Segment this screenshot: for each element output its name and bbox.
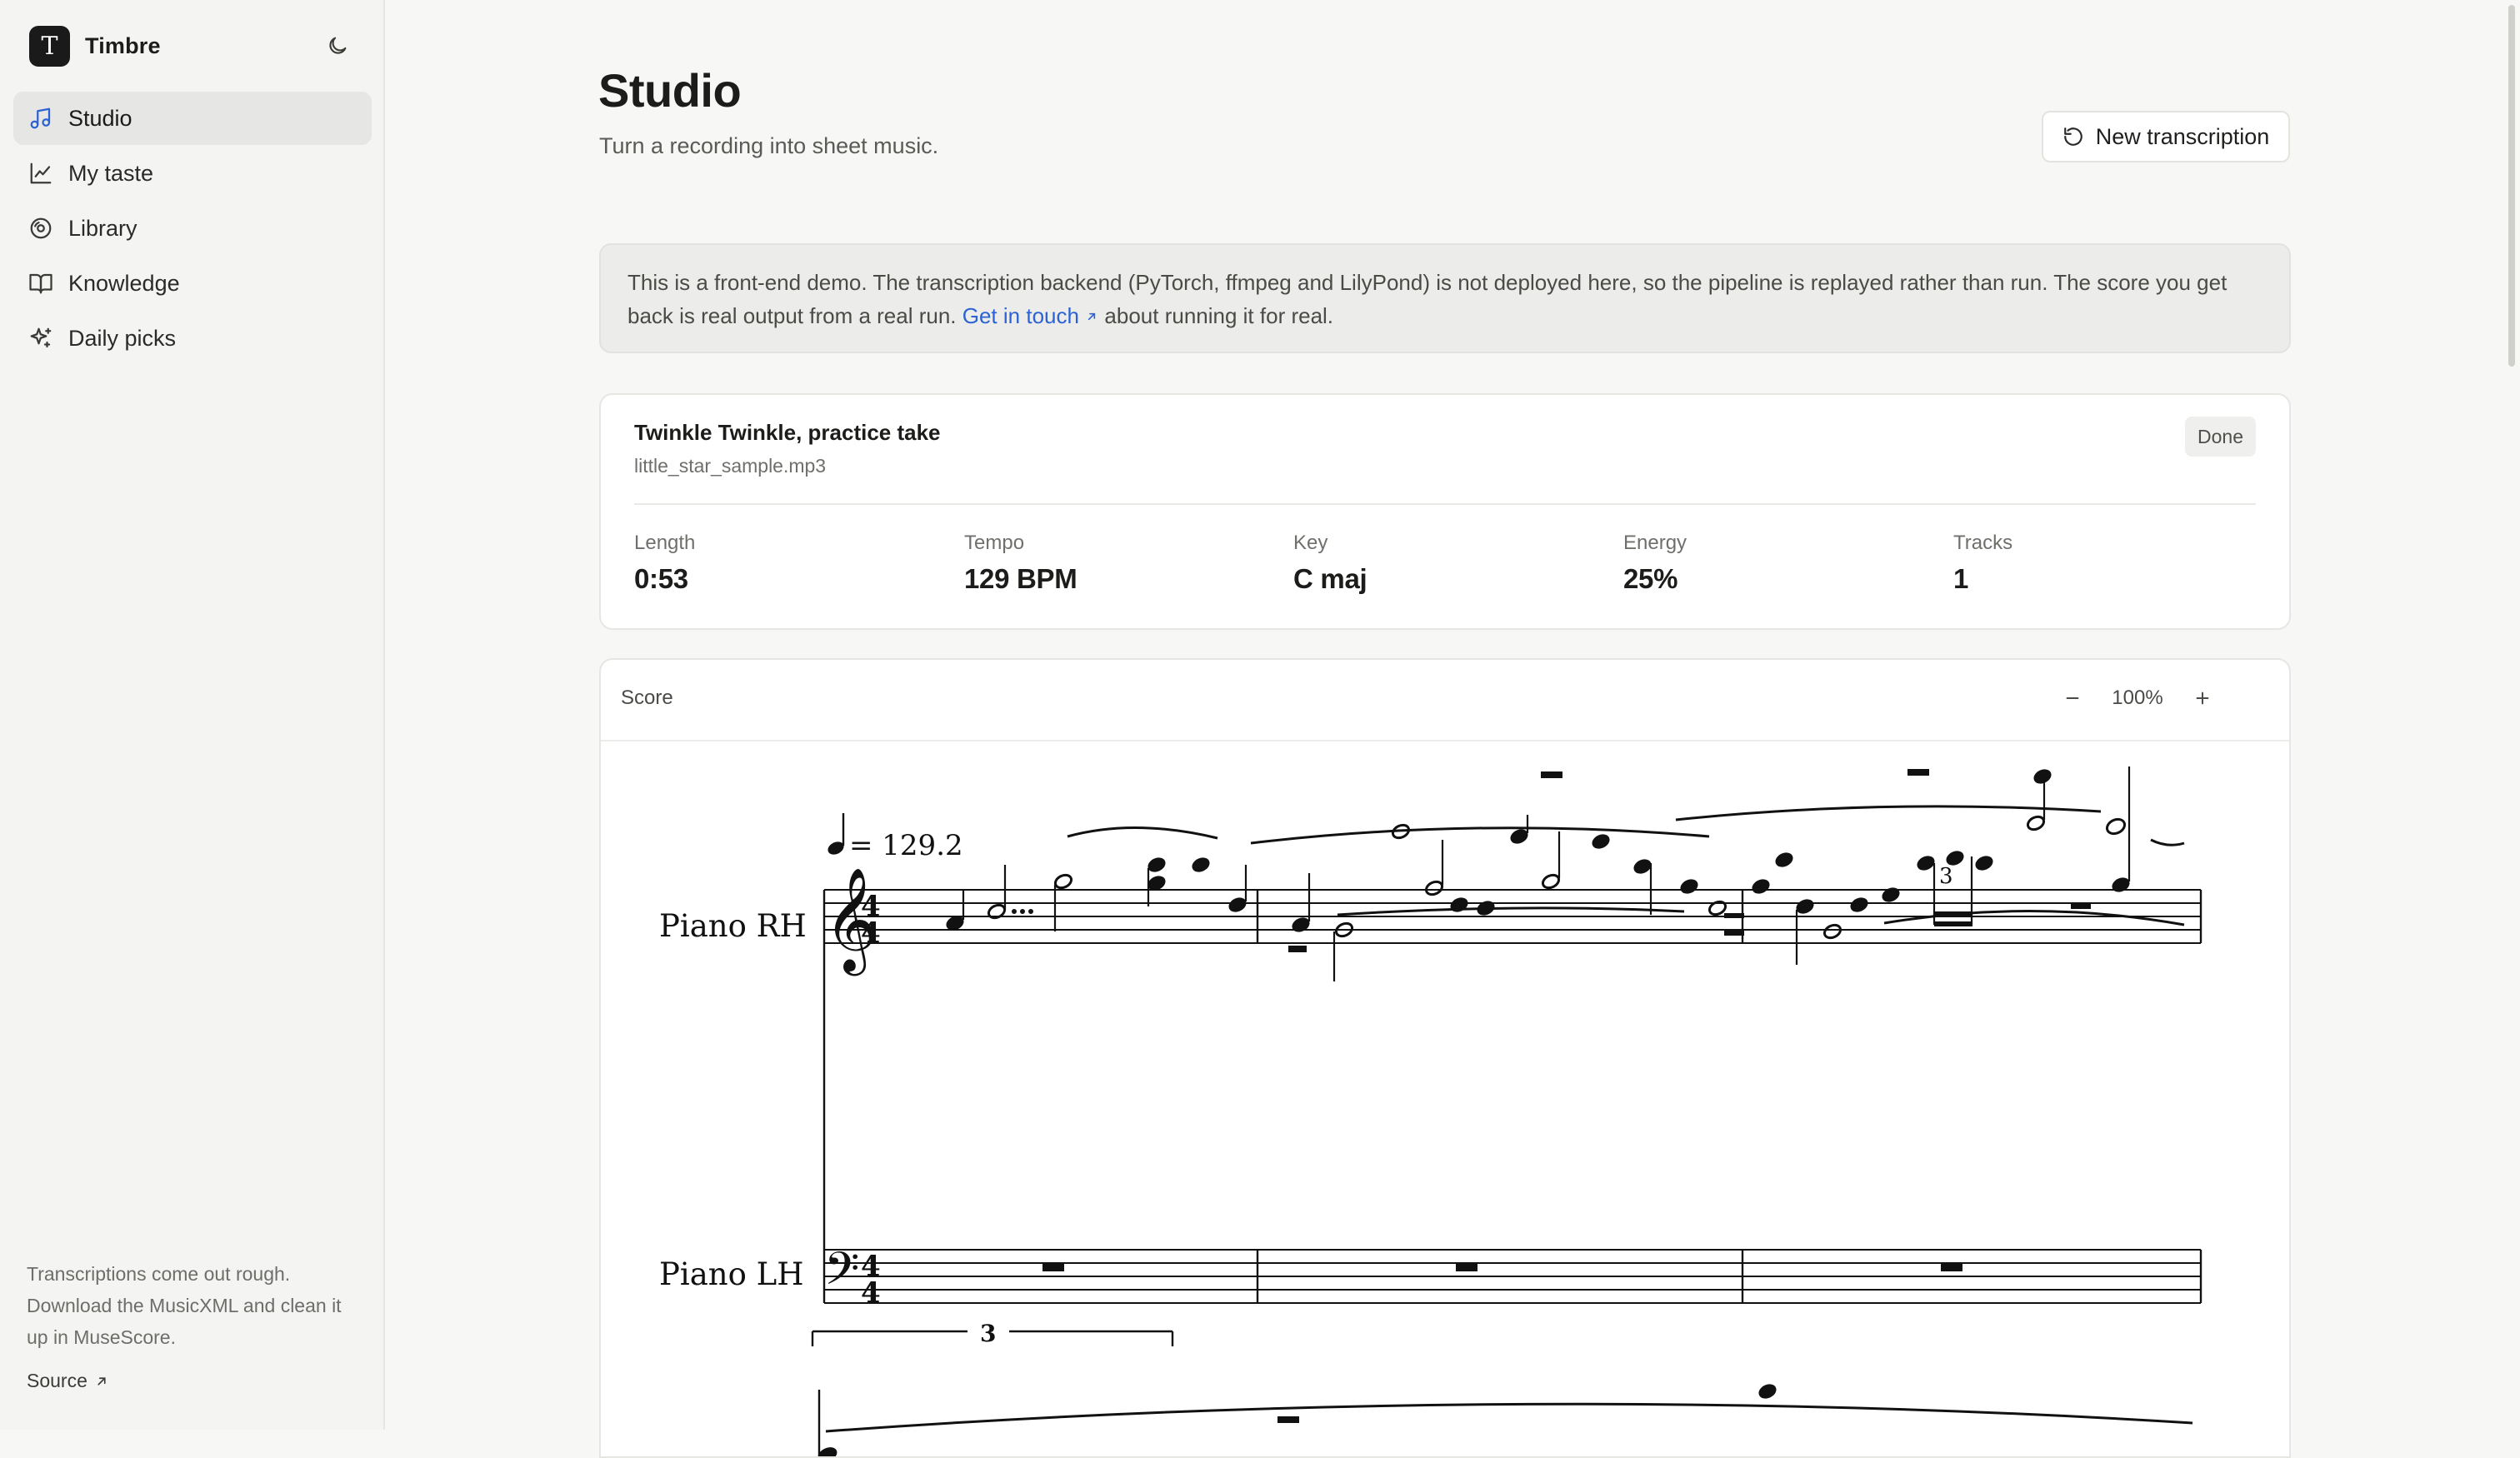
bass-clef-icon: 𝄢 [824, 1242, 859, 1306]
score-label: Score [621, 687, 673, 709]
source-link-label: Source [27, 1370, 88, 1391]
track-card: Twinkle Twinkle, practice take little_st… [599, 393, 2291, 630]
stat-label: Length [634, 532, 696, 554]
main-content: Studio Turn a recording into sheet music… [385, 0, 2502, 1458]
stat-tempo: Tempo 129 BPM [964, 532, 1078, 595]
sidebar: T Timbre Studio My taste Library Knowled… [0, 0, 385, 1430]
theme-toggle-button[interactable] [323, 32, 352, 60]
staff-name-rh: Piano RH [659, 908, 807, 944]
sidebar-item-label: My taste [68, 160, 154, 186]
stat-value: 1 [1953, 563, 1969, 594]
stat-key: Key C maj [1293, 532, 1368, 595]
stat-length: Length 0:53 [634, 532, 695, 595]
score-toolbar: Score 100% [601, 660, 2289, 741]
demo-notice: This is a front-end demo. The transcript… [599, 243, 2291, 353]
sidebar-footer-note: Transcriptions come out rough. Download … [27, 1263, 342, 1348]
notice-text: This is a front-end demo. The transcript… [628, 270, 2228, 328]
lh-staff-lines [824, 1249, 2201, 1304]
minus-icon [2066, 697, 2079, 700]
lh-rests [1042, 1263, 1962, 1271]
svg-text:4: 4 [861, 916, 881, 950]
sidebar-item-knowledge[interactable]: Knowledge [13, 257, 372, 310]
sidebar-item-label: Studio [68, 105, 132, 131]
page-title: Studio [598, 64, 742, 117]
stat-value: 25% [1623, 563, 1678, 594]
next-system: 3 [811, 1320, 2193, 1456]
tempo-text: = 129.2 [849, 829, 963, 862]
sparkles-icon [30, 327, 52, 348]
stat-value: 0:53 [634, 563, 688, 594]
sidebar-nav: Studio My taste Library Knowledge Daily … [13, 92, 372, 367]
scrollbar-thumb[interactable] [2508, 5, 2515, 367]
app-logo: T [29, 25, 70, 67]
disc-icon [30, 217, 52, 239]
stat-label: Key [1293, 532, 1328, 554]
sidebar-item-library[interactable]: Library [13, 202, 372, 255]
new-transcription-label: New transcription [2095, 123, 2270, 149]
zoom-in-button[interactable] [2188, 683, 2218, 713]
tuplet-number-rh: 3 [1939, 864, 1953, 889]
get-in-touch-link[interactable]: Get in touch [962, 303, 1098, 328]
sidebar-item-label: Library [68, 215, 138, 241]
get-in-touch-label: Get in touch [962, 303, 1079, 328]
sidebar-item-studio[interactable]: Studio [13, 92, 372, 145]
brand[interactable]: T Timbre [29, 24, 161, 67]
time-signature-rh: 44 [861, 890, 881, 950]
divider [634, 503, 2256, 505]
page-scrollbar[interactable] [2505, 0, 2520, 1430]
external-link-icon [98, 1376, 106, 1386]
source-link[interactable]: Source [27, 1370, 360, 1392]
stat-value: C maj [1293, 563, 1368, 594]
track-filename: little_star_sample.mp3 [634, 455, 827, 477]
zoom-out-button[interactable] [2058, 683, 2088, 713]
stat-tracks: Tracks 1 [1953, 532, 2012, 595]
page-subtitle: Turn a recording into sheet music. [599, 133, 939, 158]
refresh-icon [2063, 127, 2082, 146]
stat-energy: Energy 25% [1623, 532, 1687, 595]
app-name: Timbre [85, 32, 161, 58]
plus-icon [2196, 692, 2209, 705]
stat-label: Energy [1623, 532, 1688, 554]
status-badge: Done [2185, 417, 2256, 457]
sidebar-item-my-taste[interactable]: My taste [13, 147, 372, 200]
sidebar-footer: Transcriptions come out rough. Download … [27, 1258, 360, 1392]
book-icon [29, 273, 52, 294]
stat-label: Tempo [964, 532, 1025, 554]
line-chart-icon [30, 162, 52, 184]
stat-value: 129 BPM [964, 563, 1078, 594]
sidebar-item-label: Knowledge [68, 270, 180, 296]
rh-staff-lines [824, 889, 2201, 944]
stat-label: Tracks [1953, 532, 2013, 554]
new-transcription-button[interactable]: New transcription [2042, 111, 2290, 162]
notice-text-after: about running it for real. [1098, 303, 1334, 328]
zoom-level: 100% [2112, 687, 2163, 709]
music-note-icon [30, 107, 51, 129]
sheet-music[interactable]: = 129.2 Piano RH 𝄞 44 Piano LH 𝄢 44 3 3 [601, 740, 2289, 1458]
staff-name-lh: Piano LH [659, 1256, 804, 1292]
tempo-mark: = 129.2 [828, 813, 963, 862]
svg-text:4: 4 [861, 1276, 881, 1310]
sidebar-item-label: Daily picks [68, 325, 177, 351]
score-panel: Score 100% = 129.2 Piano RH 𝄞 4 4 Piano … [599, 658, 2291, 1458]
time-signature-lh: 44 [861, 1250, 881, 1310]
tuplet-number: 3 [980, 1320, 996, 1347]
sidebar-item-daily-picks[interactable]: Daily picks [13, 312, 372, 365]
moon-icon [329, 37, 347, 54]
barlines [822, 890, 2202, 1303]
track-title: Twinkle Twinkle, practice take [634, 420, 941, 445]
external-link-icon [1088, 312, 1096, 321]
rh-notes [946, 766, 2131, 981]
